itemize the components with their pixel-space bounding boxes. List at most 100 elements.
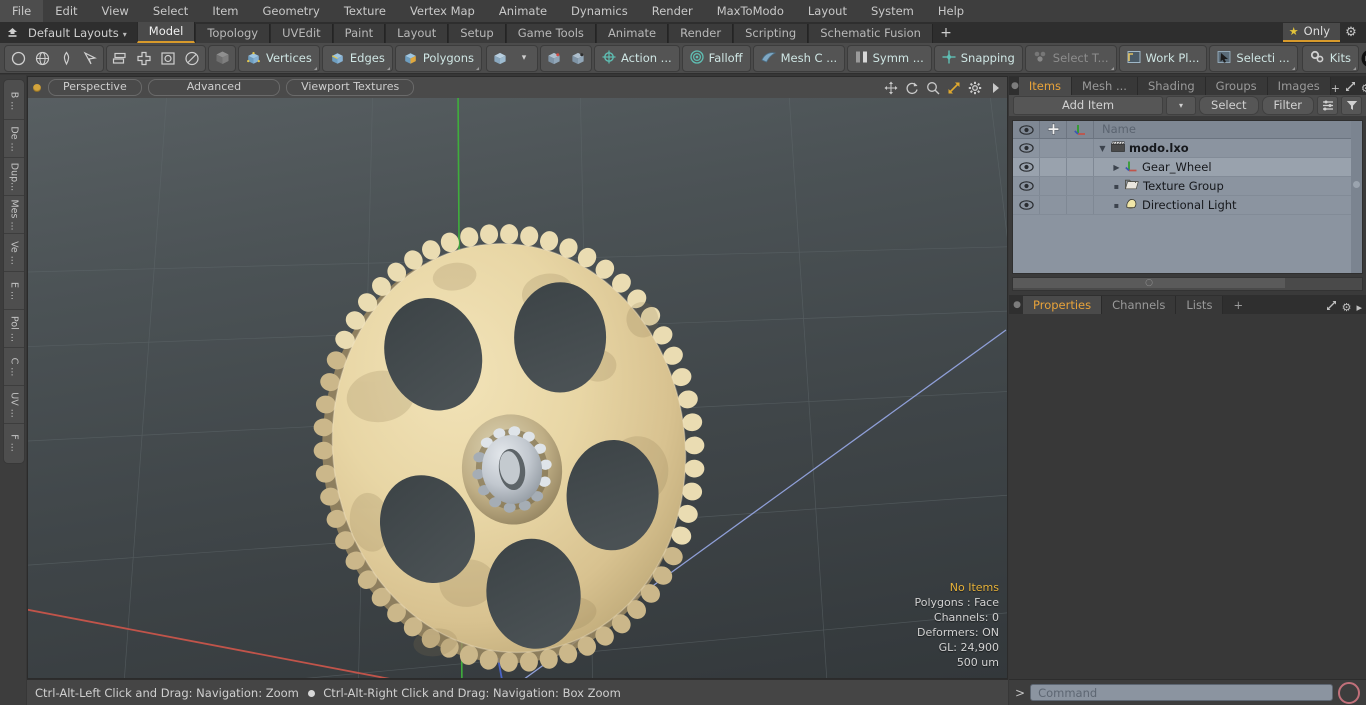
menu-item-item[interactable]: Item	[200, 0, 250, 22]
left-tab-uv[interactable]: UV ...	[4, 386, 24, 424]
selection-sets-button[interactable]: Selecti ...	[1209, 44, 1298, 72]
select-button[interactable]: Select	[1199, 96, 1259, 115]
left-tab-basic[interactable]: B ...	[4, 82, 24, 120]
add-item-button[interactable]: Add Item	[1013, 96, 1164, 115]
menu-item-texture[interactable]: Texture	[332, 0, 398, 22]
left-tab-vertex[interactable]: Ve ...	[4, 234, 24, 272]
row-visibility-toggle[interactable]	[1013, 196, 1040, 214]
tab-model[interactable]: Model	[136, 22, 196, 43]
select-through-button[interactable]: Select T...	[1024, 44, 1117, 72]
tab-mesh[interactable]: Mesh ...	[1072, 77, 1138, 95]
filter-funnel-icon[interactable]	[1341, 96, 1362, 115]
tab-lists[interactable]: Lists	[1176, 296, 1224, 314]
tab-topology[interactable]: Topology	[195, 24, 271, 43]
viewport-projection-dropdown[interactable]: Perspective	[48, 79, 142, 96]
row-axis-cell[interactable]	[1067, 158, 1094, 176]
row-axis-cell[interactable]	[1067, 177, 1094, 195]
table-row[interactable]: ▶ Gear_Wheel	[1013, 158, 1362, 177]
pan-icon[interactable]	[883, 80, 898, 95]
fit-icon[interactable]	[946, 80, 961, 95]
row-lock-cell[interactable]	[1040, 196, 1067, 214]
menu-item-help[interactable]: Help	[926, 0, 976, 22]
left-tab-duplicate[interactable]: Dup...	[4, 158, 24, 196]
menu-item-view[interactable]: View	[90, 0, 141, 22]
globe-icon[interactable]	[30, 47, 54, 70]
cube-item-icon[interactable]	[488, 47, 512, 70]
circle-icon[interactable]	[6, 47, 30, 70]
viewport-textures-dropdown[interactable]: Viewport Textures	[286, 79, 415, 96]
action-center-button[interactable]: Action ...	[594, 44, 680, 72]
left-tab-deform[interactable]: De ...	[4, 120, 24, 158]
menu-item-geometry[interactable]: Geometry	[251, 0, 332, 22]
menu-item-vertex-map[interactable]: Vertex Map	[398, 0, 487, 22]
gear-icon[interactable]: ⚙	[1342, 301, 1352, 314]
row-axis-cell[interactable]	[1067, 139, 1094, 157]
record-icon[interactable]	[1338, 681, 1360, 704]
stack-icon[interactable]	[108, 47, 132, 70]
add-tab-icon[interactable]: +	[1331, 82, 1340, 95]
layout-name-dropdown[interactable]: Default Layouts ▾	[24, 26, 133, 40]
tab-render[interactable]: Render	[668, 24, 734, 43]
left-tab-polygon[interactable]: Pol ...	[4, 310, 24, 348]
view-indicator-icon[interactable]	[33, 83, 41, 92]
chevron-down-icon[interactable]: ▾	[512, 47, 536, 70]
row-axis-cell[interactable]	[1067, 196, 1094, 214]
only-toggle-button[interactable]: ★ Only	[1282, 23, 1340, 42]
menu-item-layout[interactable]: Layout	[796, 0, 859, 22]
work-plane-button[interactable]: Work Pl...	[1118, 44, 1208, 72]
circle-slash-icon[interactable]	[180, 47, 204, 70]
tab-scripting[interactable]: Scripting	[733, 24, 809, 43]
tab-channels[interactable]: Channels	[1102, 296, 1177, 314]
twisty-open-icon[interactable]: ▼	[1098, 144, 1107, 153]
center-square-icon[interactable]	[156, 47, 180, 70]
viewport-shading-dropdown[interactable]: Advanced	[147, 79, 281, 96]
add-tab-button[interactable]: +	[933, 24, 959, 43]
tab-game-tools[interactable]: Game Tools	[505, 24, 596, 43]
item-tree-scrollbar[interactable]	[1351, 121, 1362, 273]
menu-item-animate[interactable]: Animate	[487, 0, 559, 22]
table-row[interactable]: ▪ Directional Light	[1013, 196, 1362, 215]
tab-items[interactable]: Items	[1018, 77, 1073, 95]
tree-item-modo-lxo[interactable]: ▼ modo.lxo	[1094, 141, 1362, 155]
cross-icon[interactable]	[132, 47, 156, 70]
left-tab-mesh[interactable]: Mes ...	[4, 196, 24, 234]
tab-layout[interactable]: Layout	[385, 24, 449, 43]
snap-cube-a-icon[interactable]	[542, 47, 566, 70]
twisty-closed-icon[interactable]: ▶	[1112, 163, 1121, 172]
tab-groups[interactable]: Groups	[1205, 77, 1268, 95]
row-lock-cell[interactable]	[1040, 177, 1067, 195]
left-tab-edge[interactable]: E ...	[4, 272, 24, 310]
add-item-dropdown[interactable]: ▾	[1166, 96, 1197, 115]
cube-icon[interactable]	[210, 47, 234, 70]
hscrollbar-thumb[interactable]: ○	[1013, 278, 1286, 288]
menu-item-file[interactable]: File	[0, 0, 44, 22]
snapping-button[interactable]: Snapping	[933, 44, 1023, 72]
pen-icon[interactable]	[54, 47, 78, 70]
panel-menu-icon[interactable]: ●	[1011, 76, 1019, 95]
tab-properties[interactable]: Properties	[1023, 296, 1103, 314]
add-properties-tab-button[interactable]: +	[1223, 296, 1254, 314]
gear-icon[interactable]: ⚙	[1361, 82, 1366, 95]
tab-setup[interactable]: Setup	[448, 24, 506, 43]
zoom-icon[interactable]	[925, 80, 940, 95]
expand-icon[interactable]	[1326, 300, 1337, 314]
mesh-constraint-button[interactable]: Mesh C ...	[752, 44, 845, 72]
menu-item-render[interactable]: Render	[640, 0, 705, 22]
tab-paint[interactable]: Paint	[332, 24, 386, 43]
sort-icon[interactable]	[1317, 96, 1338, 115]
row-lock-cell[interactable]	[1040, 139, 1067, 157]
arrow-right-icon[interactable]: ▸	[1356, 301, 1362, 314]
menu-item-maxtomodo[interactable]: MaxToModo	[705, 0, 796, 22]
command-input[interactable]: Command	[1030, 684, 1333, 701]
item-tree[interactable]: Name ▼ modo.lxo ▶ Gear_Wheel ▪ Texture G…	[1012, 120, 1363, 274]
tree-item-texture-group[interactable]: ▪ Texture Group	[1094, 179, 1362, 193]
home-up-icon[interactable]	[0, 23, 24, 42]
filter-button[interactable]: Filter	[1261, 96, 1314, 115]
tab-shading[interactable]: Shading	[1137, 77, 1206, 95]
left-tab-fusion[interactable]: F ...	[4, 424, 24, 461]
item-tree-hscrollbar[interactable]: ○	[1012, 277, 1363, 291]
gear-icon[interactable]	[967, 80, 982, 95]
menu-item-system[interactable]: System	[859, 0, 926, 22]
symmetry-button[interactable]: Symm ...	[846, 44, 932, 72]
row-visibility-toggle[interactable]	[1013, 158, 1040, 176]
